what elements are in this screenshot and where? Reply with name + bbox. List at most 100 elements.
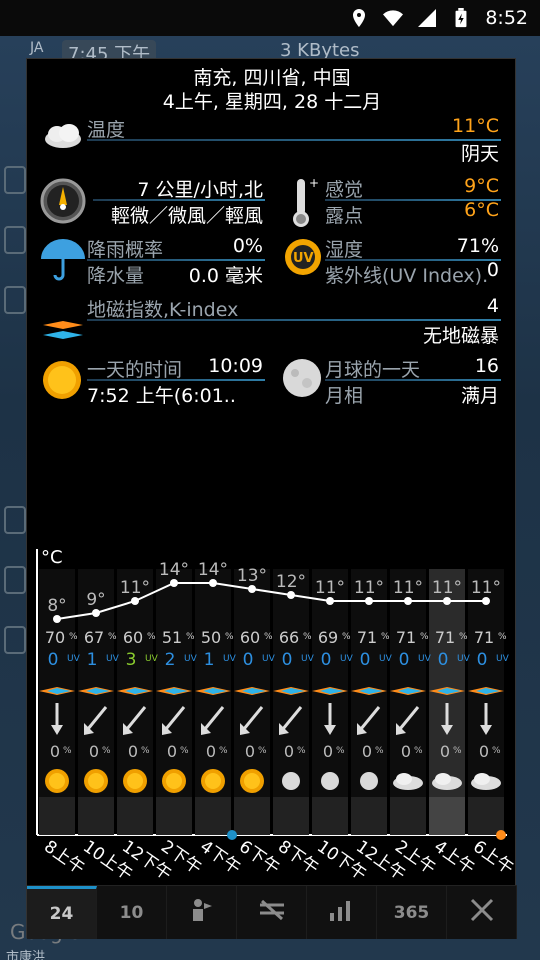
current-day-marker [227,830,237,840]
tab-365[interactable]: 365 [377,886,447,939]
humidity-unit: % [342,632,351,642]
svg-text:+: + [309,176,319,190]
humidity-value: 71 [474,628,494,647]
sun-icon-core [127,773,143,789]
datetime-title: 4上午, 星期四, 28 十二月 [162,91,382,113]
map-top-left-text: JA [30,40,44,56]
precip-unit: % [375,746,384,756]
temperature-label: 11° [120,578,150,598]
uv-value: 1 [87,650,98,670]
map-control[interactable] [4,626,26,654]
column-footer [156,797,192,835]
column-footer [117,797,153,835]
dew-point-label: 露点 [325,205,364,227]
forecast-chart[interactable]: °C8° 9°11°14° 14° 13° 12° 11° 11° 11° 11° 11°70 %0… [27,539,517,879]
forecast-column [156,569,192,835]
humidity-value: 71 [435,628,455,647]
day-length-value: 10:09 [208,355,263,377]
precip-probability: 0 [50,742,60,761]
forecast-column [117,569,153,835]
cloud-icon [45,124,81,148]
humidity-value: 66 [279,628,299,647]
humidity-unit: % [303,632,312,642]
precip-unit: % [414,746,423,756]
precip-unit: % [258,746,267,756]
humidity-unit: % [381,632,390,642]
forecast-column [312,569,348,835]
uv-value: 0 [282,650,293,670]
tab-10[interactable]: 10 [97,886,167,939]
temperature-label: 11° [471,578,501,598]
precip-probability: 0 [167,742,177,761]
humidity-unit: % [108,632,117,642]
uv-unit: UV [145,654,159,664]
no-signal-icon [258,897,286,928]
tab-chart[interactable] [307,886,377,939]
tab-close[interactable] [447,886,517,939]
person-icon [189,897,215,928]
time-label: 8下午 [274,837,322,879]
tab-24[interactable]: 24 [27,886,97,939]
moon-phase-label: 月相 [325,385,364,407]
day-length-label: 一天的时间 [87,359,183,381]
tab-person[interactable] [167,886,237,939]
dew-point-value: 6°C [464,199,499,221]
map-control[interactable] [4,166,26,194]
temperature-point [326,597,334,605]
moon-icon [282,772,300,790]
humidity-value: 60 [240,628,260,647]
temperature-point [443,597,451,605]
uv-icon: UV [285,239,321,275]
precip-probability: 0 [401,742,411,761]
tab-bar: 24 10 365 [27,885,517,939]
rain-probability-value: 0% [232,235,263,257]
column-footer [39,797,75,835]
tab-no-signal[interactable] [237,886,307,939]
precip-unit: % [453,746,462,756]
map-control[interactable] [4,226,26,254]
temperature-point [209,579,217,587]
uv-unit: UV [496,654,510,664]
precip-probability: 0 [128,742,138,761]
wifi-icon [383,10,404,27]
temperature-point [170,579,178,587]
uv-label: 紫外线(UV Index). [325,265,489,287]
map-control[interactable] [4,506,26,534]
map-control[interactable] [4,286,26,314]
sun-icon-core [166,773,182,789]
precipitation-value: 0.0 毫米 [188,265,263,287]
forecast-column [468,569,504,835]
uv-unit: UV [106,654,120,664]
column-footer [429,797,465,835]
humidity-value: 50 [201,628,221,647]
humidity-unit: % [225,632,234,642]
humidity-value: 51 [162,628,182,647]
cloud-night-icon-part [474,773,490,785]
column-footer [312,797,348,835]
uv-value: 0 [360,650,371,670]
forecast-column [234,569,270,835]
temperature-point [287,591,295,599]
humidity-unit: % [420,632,429,642]
temperature-point [482,597,490,605]
temperature-label: 11° [432,578,462,598]
humidity-value: 71 [357,628,377,647]
uv-value: 0 [399,650,410,670]
wind-speed: 7 公里/小时,北 [137,179,263,201]
uv-value: 1 [204,650,215,670]
temperature-label: 温度 [87,119,126,141]
cloud-night-icon-part [435,773,451,785]
precipitation-label: 降水量 [87,265,145,287]
map-control[interactable] [4,566,26,594]
precip-probability: 0 [440,742,450,761]
forecast-column [390,569,426,835]
temperature-label: 9° [86,590,105,610]
precip-probability: 0 [479,742,489,761]
uv-unit: UV [379,654,393,664]
precip-probability: 0 [362,742,372,761]
moon-phase-value: 满月 [460,385,499,407]
temperature-label: 13° [237,566,267,586]
time-label: 8上午 [40,837,88,879]
moon-day-value: 16 [474,355,499,377]
time-label: 4上午 [430,837,478,879]
